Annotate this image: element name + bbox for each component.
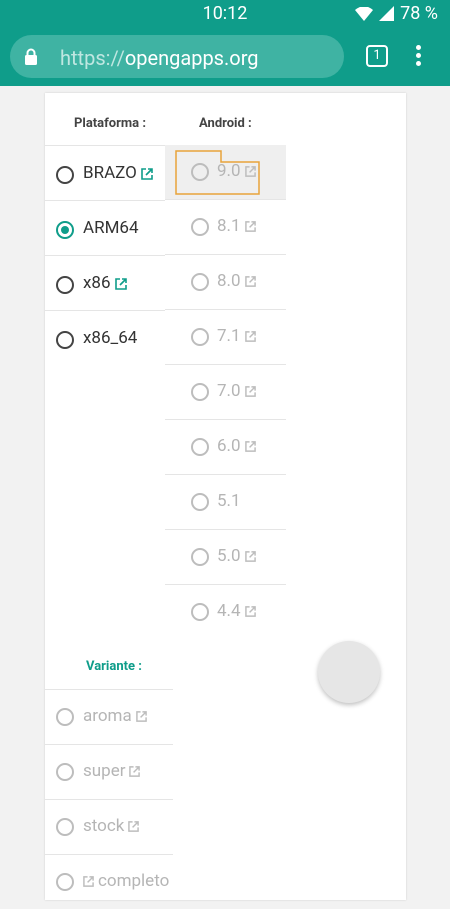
android-option-8-0[interactable]: 8.0: [165, 255, 286, 310]
radio-button[interactable]: [56, 763, 74, 781]
external-link-icon: [141, 167, 153, 180]
radio-button[interactable]: [191, 603, 209, 621]
external-link-icon: [114, 277, 127, 290]
lock-icon: [25, 48, 37, 65]
android-label: 4.4: [217, 601, 241, 621]
status-bar: 10:12 78 %: [0, 0, 450, 28]
external-link-icon: [244, 551, 256, 562]
tab-switcher-button[interactable]: 1: [366, 45, 388, 67]
external-link-icon: [244, 441, 256, 452]
android-label: 7.1: [217, 326, 241, 346]
platform-option-arm64[interactable]: ARM64: [45, 200, 165, 255]
platform-label: x86: [83, 273, 111, 293]
platform-option-x86[interactable]: x86: [45, 255, 165, 310]
variant-label: super: [83, 761, 126, 781]
url-scheme: https://: [60, 46, 125, 70]
variant-option-aroma[interactable]: aroma: [45, 689, 173, 744]
android-label: 6.0: [217, 436, 241, 456]
variant-label: stock: [83, 816, 125, 836]
variant-label: completo: [98, 871, 170, 891]
android-label: 8.0: [217, 271, 241, 291]
radio-button[interactable]: [56, 708, 74, 726]
external-link-icon: [83, 876, 94, 887]
android-option-6-0[interactable]: 6.0: [165, 420, 286, 475]
radio-button[interactable]: [191, 383, 209, 401]
radio-button[interactable]: [191, 328, 209, 346]
url-host: opengapps.org: [124, 46, 259, 70]
radio-button[interactable]: [56, 873, 74, 891]
radio-button[interactable]: [191, 493, 209, 511]
radio-button[interactable]: [56, 166, 74, 184]
external-link-icon: [244, 386, 256, 397]
radio-button[interactable]: [56, 818, 74, 836]
radio-button-checked[interactable]: [56, 221, 74, 239]
android-option-5-1[interactable]: 5.1: [165, 475, 286, 530]
radio-button[interactable]: [191, 548, 209, 566]
url-bar[interactable]: https://opengapps.org: [10, 35, 344, 78]
android-label: 5.1: [217, 491, 241, 511]
variant-option-stock[interactable]: stock: [45, 799, 173, 854]
variant-label: aroma: [83, 706, 132, 726]
radio-button[interactable]: [56, 331, 74, 349]
platform-label: BRAZO: [83, 163, 137, 183]
platform-label: ARM64: [83, 218, 139, 238]
platform-header: Plataforma :: [74, 116, 146, 131]
external-link-icon: [244, 276, 256, 287]
variant-option-completo[interactable]: completo: [45, 854, 173, 909]
android-option-8-1[interactable]: 8.1: [165, 200, 286, 255]
platform-label: x86_64: [83, 328, 138, 348]
android-option-7-1[interactable]: 7.1: [165, 310, 286, 365]
android-label: 7.0: [217, 381, 241, 401]
radio-button[interactable]: [191, 218, 209, 236]
external-link-icon: [244, 606, 256, 617]
android-option-5-0[interactable]: 5.0: [165, 530, 286, 585]
android-label: 8.1: [217, 216, 241, 236]
variant-option-super[interactable]: super: [45, 744, 173, 799]
browser-toolbar: https://opengapps.org 1: [0, 28, 450, 86]
android-header: Android :: [199, 116, 252, 131]
focus-outline: [175, 150, 260, 195]
status-icons: 78 %: [355, 3, 438, 24]
radio-button[interactable]: [191, 438, 209, 456]
battery-level: 78 %: [400, 3, 438, 24]
external-link-icon: [129, 766, 141, 777]
external-link-icon: [244, 331, 256, 342]
floating-action-button[interactable]: [318, 641, 380, 703]
android-option-7-0[interactable]: 7.0: [165, 365, 286, 420]
url-text: https://opengapps.org: [60, 46, 259, 70]
android-option-4-4[interactable]: 4.4: [165, 585, 286, 639]
radio-button[interactable]: [56, 276, 74, 294]
android-label: 5.0: [217, 546, 241, 566]
radio-button[interactable]: [191, 273, 209, 291]
overflow-menu-icon[interactable]: [416, 45, 422, 67]
variant-header: Variante :: [86, 659, 142, 674]
signal-icon: [379, 6, 395, 21]
external-link-icon: [135, 711, 147, 722]
external-link-icon: [244, 221, 256, 232]
platform-option-x86-64[interactable]: x86_64: [45, 310, 165, 365]
external-link-icon: [128, 821, 140, 832]
wifi-icon: [355, 6, 374, 21]
platform-option-brazo[interactable]: BRAZO: [45, 145, 165, 200]
selection-card: Plataforma : Android : BRAZO ARM64 x86 x…: [45, 93, 406, 900]
